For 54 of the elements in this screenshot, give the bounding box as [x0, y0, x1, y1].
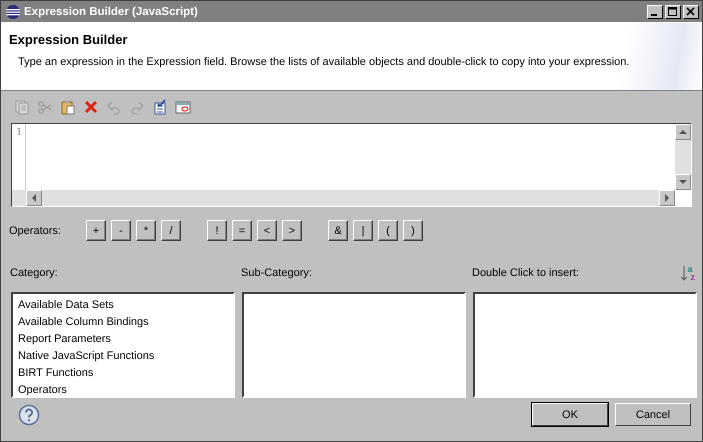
left-arrow-icon	[30, 194, 38, 202]
delete-icon[interactable]	[83, 99, 99, 115]
minimize-button[interactable]	[647, 4, 663, 18]
expression-editor[interactable]: 1	[11, 123, 692, 207]
vertical-scrollbar[interactable]	[675, 124, 691, 190]
scroll-right-button[interactable]	[659, 190, 675, 206]
help-icon[interactable]	[18, 404, 40, 426]
paste-icon[interactable]	[60, 99, 76, 115]
operator-button[interactable]: -	[111, 220, 131, 241]
operator-button[interactable]: (	[378, 220, 398, 241]
calendar-icon[interactable]	[175, 99, 191, 115]
checklist-icon[interactable]	[152, 99, 168, 115]
horizontal-scrollbar[interactable]	[12, 190, 675, 206]
down-arrow-icon	[679, 178, 687, 186]
maximize-button[interactable]	[665, 4, 681, 18]
list-item[interactable]: Report Parameters	[18, 331, 228, 348]
description-text: Type an expression in the Expression field. Browse the lists of available objects and double-click to copy into your expression.	[18, 56, 630, 68]
operator-button[interactable]: +	[86, 220, 106, 241]
list-item[interactable]: Available Column Bindings	[18, 314, 228, 331]
scroll-up-button[interactable]	[675, 124, 691, 140]
pane-label: Category:	[10, 267, 58, 279]
maximize-icon	[668, 6, 678, 16]
operator-button[interactable]: >	[282, 220, 302, 241]
operators-label: Operators:	[9, 224, 62, 236]
list-box[interactable]: Available Data Sets Available Column Bindings Report Parameters Native JavaScript Functions BIRT Functions Operators	[11, 292, 235, 398]
app-icon	[5, 4, 21, 20]
close-button[interactable]	[683, 4, 699, 18]
window-title: Expression Builder (JavaScript)	[24, 6, 199, 18]
list-box[interactable]	[473, 292, 697, 398]
list-item[interactable]: Operators	[18, 382, 228, 396]
pane-label: Sub-Category:	[241, 267, 312, 279]
list-item[interactable]: Available Data Sets	[18, 297, 228, 314]
dialog-button[interactable]: Cancel	[615, 403, 691, 426]
scroll-left-button[interactable]	[26, 190, 42, 206]
list-item[interactable]: Native JavaScript Functions	[18, 348, 228, 365]
up-arrow-icon	[679, 128, 687, 136]
close-icon	[686, 6, 696, 16]
operator-button[interactable]: &	[328, 220, 348, 241]
scroll-down-button[interactable]	[675, 174, 691, 190]
dialog-title: Expression Builder	[9, 32, 128, 47]
pane-label: Double Click to insert:	[472, 267, 579, 279]
minimize-icon	[651, 14, 657, 16]
operator-button[interactable]: )	[403, 220, 423, 241]
operator-button[interactable]: |	[353, 220, 373, 241]
dialog-button[interactable]: OK	[532, 403, 608, 426]
right-arrow-icon	[663, 194, 671, 202]
operator-button[interactable]: =	[232, 220, 252, 241]
line-number: 1	[15, 126, 24, 138]
operator-button[interactable]: /	[161, 220, 181, 241]
list-box[interactable]	[242, 292, 466, 398]
operator-button[interactable]: <	[257, 220, 277, 241]
operator-button[interactable]: *	[136, 220, 156, 241]
operator-button[interactable]: !	[207, 220, 227, 241]
list-item[interactable]: BIRT Functions	[18, 365, 228, 382]
